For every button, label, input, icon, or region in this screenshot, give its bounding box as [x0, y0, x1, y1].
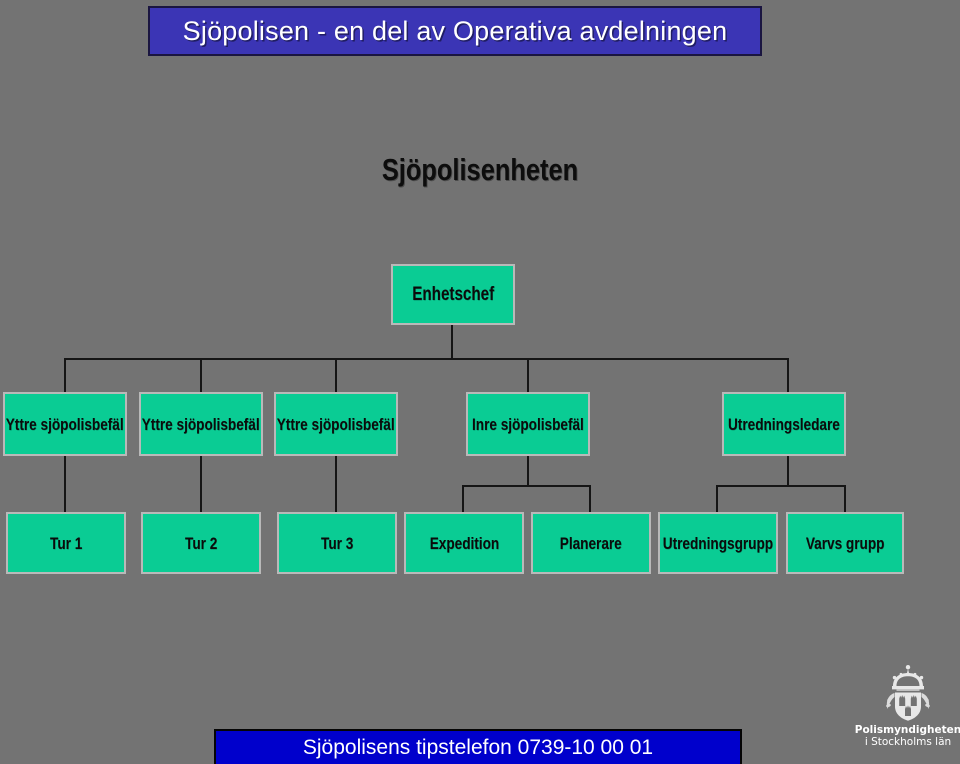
- org-node-label: Inre sjöpolisbefäl: [472, 414, 584, 434]
- connector-drop-yttre-2: [200, 358, 202, 392]
- footer-text: Sjöpolisens tipstelefon 0739-10 00 01: [302, 736, 654, 759]
- connector-varvsgrupp: [844, 485, 846, 512]
- org-node-label: Utredningsgrupp: [662, 533, 774, 553]
- org-node-varvs-grupp[interactable]: Varvs grupp: [786, 512, 904, 574]
- connector-inre-planerare: [589, 485, 591, 512]
- connector-yttre2-tur2: [200, 456, 202, 512]
- org-node-expedition[interactable]: Expedition: [404, 512, 524, 574]
- org-node-label: Tur 3: [320, 533, 354, 553]
- connector-utredningsledare-bus: [716, 485, 845, 487]
- police-logo-line1: Polismyndigheten: [854, 724, 960, 736]
- chart-heading: Sjöpolisenheten: [381, 152, 579, 187]
- police-logo: Polismyndigheten i Stockholms län: [855, 664, 960, 760]
- police-logo-text: Polismyndigheten i Stockholms län: [855, 724, 960, 749]
- org-node-tur-2[interactable]: Tur 2: [141, 512, 261, 574]
- connector-utredningsledare-stem: [787, 456, 789, 486]
- connector-level2-bus: [64, 358, 788, 360]
- org-node-yttre-sjopolisbefal-3[interactable]: Yttre sjöpolisbefäl: [274, 392, 398, 456]
- org-node-label: Varvs grupp: [805, 533, 885, 553]
- swedish-police-three-crowns-emblem: [886, 665, 930, 721]
- connector-root-stem: [451, 325, 453, 359]
- org-node-label: Planerare: [560, 533, 622, 553]
- org-node-label: Yttre sjöpolisbefäl: [142, 414, 260, 434]
- org-node-label: Yttre sjöpolisbefäl: [277, 414, 395, 434]
- org-node-yttre-sjopolisbefal-1[interactable]: Yttre sjöpolisbefäl: [3, 392, 127, 456]
- connector-drop-inre: [527, 358, 529, 392]
- title-text: Sjöpolisen - en del av Operativa avdelni…: [182, 15, 728, 46]
- connector-yttre3-tur3: [335, 456, 337, 512]
- org-node-label: Enhetschef: [412, 284, 494, 305]
- police-logo-line2: i Stockholms län: [864, 736, 952, 749]
- connector-drop-utredningsledare: [787, 358, 789, 392]
- org-node-yttre-sjopolisbefal-2[interactable]: Yttre sjöpolisbefäl: [139, 392, 263, 456]
- org-node-utredningsledare[interactable]: Utredningsledare: [722, 392, 846, 456]
- org-node-enhetschef[interactable]: Enhetschef: [391, 264, 515, 325]
- connector-inre-stem: [527, 456, 529, 486]
- org-node-planerare[interactable]: Planerare: [531, 512, 651, 574]
- slide-canvas: Sjöpolisen - en del av Operativa avdelni…: [0, 0, 960, 764]
- connector-yttre1-tur1: [64, 456, 66, 512]
- org-node-utredningsgrupp[interactable]: Utredningsgrupp: [658, 512, 778, 574]
- connector-utredningsgrupp: [716, 485, 718, 512]
- org-node-label: Expedition: [429, 533, 499, 553]
- org-node-label: Tur 1: [49, 533, 83, 553]
- org-node-tur-3[interactable]: Tur 3: [277, 512, 397, 574]
- org-node-inre-sjopolisbefal[interactable]: Inre sjöpolisbefäl: [466, 392, 590, 456]
- org-node-tur-1[interactable]: Tur 1: [6, 512, 126, 574]
- title-banner: Sjöpolisen - en del av Operativa avdelni…: [148, 6, 762, 56]
- connector-drop-yttre-1: [64, 358, 66, 392]
- org-node-label: Yttre sjöpolisbefäl: [6, 414, 124, 434]
- org-node-label: Tur 2: [184, 533, 218, 553]
- org-node-label: Utredningsledare: [728, 414, 840, 434]
- connector-drop-yttre-3: [335, 358, 337, 392]
- footer-banner: Sjöpolisens tipstelefon 0739-10 00 01: [214, 729, 742, 764]
- connector-inre-expedition: [462, 485, 464, 512]
- connector-inre-bus: [462, 485, 590, 487]
